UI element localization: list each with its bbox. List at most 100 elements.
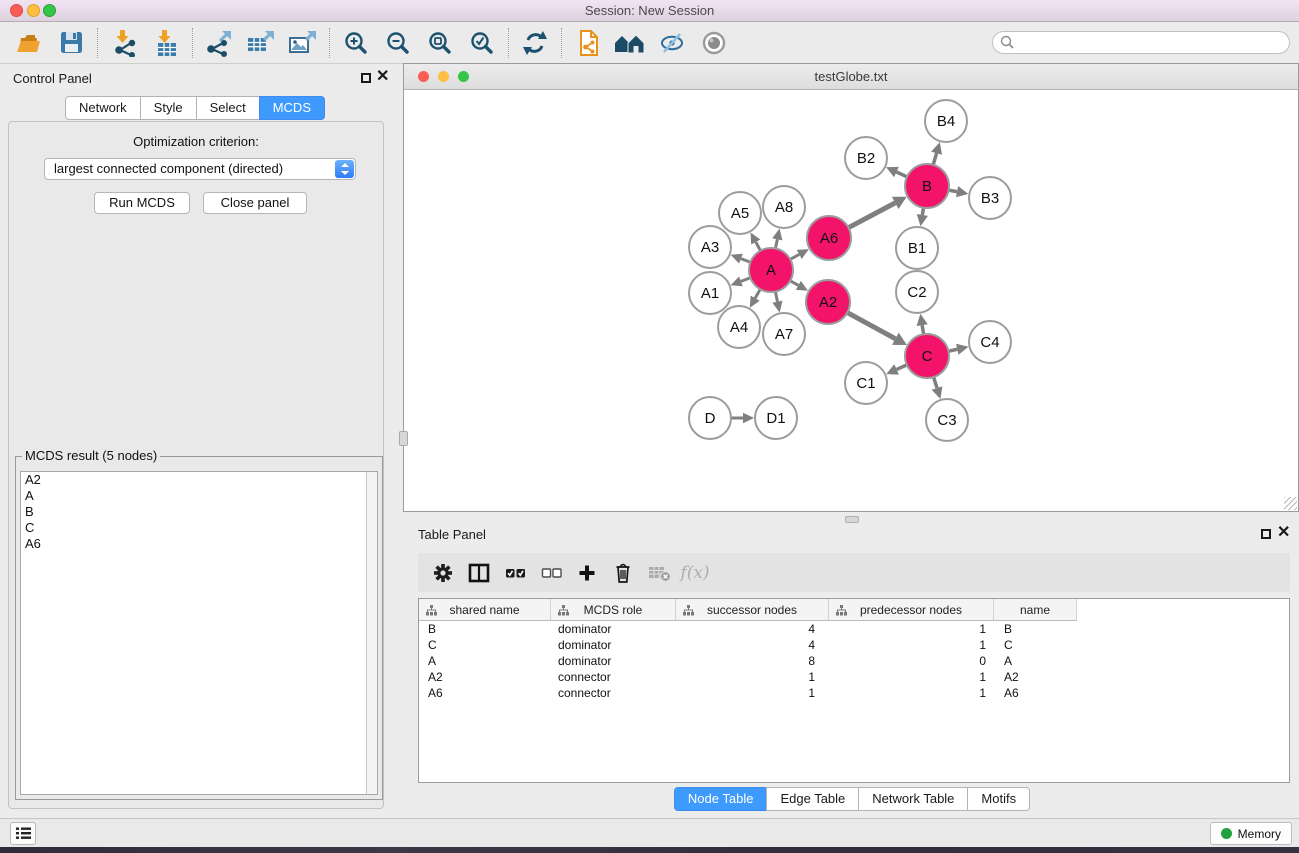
maximize-traffic-light[interactable]: [43, 4, 56, 17]
table-cell[interactable]: A: [994, 654, 1077, 668]
column-header-successor-nodes[interactable]: successor nodes: [676, 599, 829, 621]
graph-edge-A-A1[interactable]: [741, 278, 751, 282]
table-cell[interactable]: 1: [676, 670, 829, 684]
panel-resize-grip[interactable]: [399, 431, 408, 446]
table-cell[interactable]: 4: [676, 638, 829, 652]
zoom-fit-button[interactable]: [419, 25, 461, 61]
tab-node-table[interactable]: Node Table: [674, 787, 768, 811]
tab-network[interactable]: Network: [65, 96, 141, 120]
table-cell[interactable]: 8: [676, 654, 829, 668]
table-cell[interactable]: 0: [829, 654, 994, 668]
graph-edge-A-A5[interactable]: [756, 242, 761, 251]
zoom-out-button[interactable]: [377, 25, 419, 61]
table-cell[interactable]: A: [419, 654, 551, 668]
graph-edge-B-B1[interactable]: [922, 208, 923, 215]
column-header-MCDS-role[interactable]: MCDS role: [551, 599, 676, 621]
close-traffic-light[interactable]: [10, 4, 23, 17]
select-all-columns-button[interactable]: [498, 557, 532, 589]
mcds-result-item[interactable]: A2: [21, 472, 377, 488]
minimize-traffic-light[interactable]: [27, 4, 40, 17]
table-cell[interactable]: 1: [829, 622, 994, 636]
mcds-result-item[interactable]: C: [21, 520, 377, 536]
graph-edge-A-A7[interactable]: [775, 292, 777, 302]
node-table[interactable]: shared nameMCDS rolesuccessor nodesprede…: [418, 598, 1290, 783]
show-graphics-details-button[interactable]: [693, 25, 735, 61]
table-cell[interactable]: dominator: [551, 638, 676, 652]
refresh-button[interactable]: [514, 25, 556, 61]
float-panel-icon[interactable]: [361, 73, 371, 83]
table-cell[interactable]: B: [994, 622, 1077, 636]
tab-select[interactable]: Select: [196, 96, 260, 120]
graph-edge-A-A3[interactable]: [741, 259, 751, 263]
table-cell[interactable]: 1: [829, 670, 994, 684]
tab-style[interactable]: Style: [140, 96, 197, 120]
table-cell[interactable]: 1: [676, 686, 829, 700]
table-cell[interactable]: A2: [419, 670, 551, 684]
table-cell[interactable]: C: [419, 638, 551, 652]
export-network-button[interactable]: [198, 25, 240, 61]
table-cell[interactable]: connector: [551, 670, 676, 684]
search-input[interactable]: [992, 31, 1290, 54]
table-cell[interactable]: A6: [419, 686, 551, 700]
mcds-result-item[interactable]: A: [21, 488, 377, 504]
table-cell[interactable]: 1: [829, 686, 994, 700]
add-column-button[interactable]: [570, 557, 604, 589]
graph-edge-B-B4[interactable]: [933, 153, 936, 165]
table-row[interactable]: Bdominator41B: [419, 621, 1289, 637]
memory-button[interactable]: Memory: [1210, 822, 1292, 845]
show-columns-button[interactable]: [462, 557, 496, 589]
graph-edge-A-A2[interactable]: [790, 281, 798, 286]
export-table-button[interactable]: [240, 25, 282, 61]
tab-motifs[interactable]: Motifs: [967, 787, 1030, 811]
tab-network-table[interactable]: Network Table: [858, 787, 968, 811]
network-window-titlebar[interactable]: testGlobe.txt: [404, 64, 1298, 90]
table-cell[interactable]: 4: [676, 622, 829, 636]
column-header-predecessor-nodes[interactable]: predecessor nodes: [829, 599, 994, 621]
delete-column-button[interactable]: [606, 557, 640, 589]
open-session-button[interactable]: [8, 25, 50, 61]
table-settings-button[interactable]: [426, 557, 460, 589]
home-button[interactable]: [609, 25, 651, 61]
close-panel-icon[interactable]: ✕: [1277, 523, 1290, 543]
maximize-traffic-light[interactable]: [458, 71, 469, 82]
close-traffic-light[interactable]: [418, 71, 429, 82]
save-session-button[interactable]: [50, 25, 92, 61]
graph-edge-A-A8[interactable]: [775, 239, 777, 248]
export-image-button[interactable]: [282, 25, 324, 61]
close-panel-icon[interactable]: ✕: [376, 67, 389, 87]
deselect-all-columns-button[interactable]: [534, 557, 568, 589]
mcds-result-item[interactable]: A6: [21, 536, 377, 552]
import-table-button[interactable]: [145, 25, 187, 61]
zoom-in-button[interactable]: [335, 25, 377, 61]
tab-edge-table[interactable]: Edge Table: [766, 787, 859, 811]
table-cell[interactable]: A6: [994, 686, 1077, 700]
duplicate-network-button[interactable]: [567, 25, 609, 61]
graph-edge-C-C2[interactable]: [922, 325, 923, 334]
graph-edge-C-C3[interactable]: [934, 377, 937, 388]
window-resize-grip[interactable]: [1284, 497, 1297, 510]
table-row[interactable]: Adominator80A: [419, 653, 1289, 669]
table-row[interactable]: Cdominator41C: [419, 637, 1289, 653]
graph-edge-A-A6[interactable]: [790, 254, 799, 259]
hide-graphics-details-button[interactable]: [651, 25, 693, 61]
graph-edge-A2-C[interactable]: [847, 313, 895, 339]
minimize-traffic-light[interactable]: [438, 71, 449, 82]
graph-edge-B-B3[interactable]: [949, 190, 957, 192]
mcds-result-item[interactable]: B: [21, 504, 377, 520]
function-builder-button[interactable]: f(x): [678, 557, 712, 589]
column-header-name[interactable]: name: [994, 599, 1077, 621]
task-history-button[interactable]: [10, 822, 36, 845]
column-header-shared-name[interactable]: shared name: [419, 599, 551, 621]
table-cell[interactable]: 1: [829, 638, 994, 652]
mcds-result-list[interactable]: A2ABCA6: [20, 471, 378, 795]
table-row[interactable]: A6connector11A6: [419, 685, 1289, 701]
import-network-button[interactable]: [103, 25, 145, 61]
network-canvas[interactable]: AA1A2A3A4A5A6A7A8BB1B2B3B4CC1C2C3C4DD1: [404, 90, 1298, 511]
optimization-select[interactable]: largest connected component (directed): [44, 158, 356, 180]
graph-edge-B-B2[interactable]: [896, 172, 907, 177]
table-cell[interactable]: connector: [551, 686, 676, 700]
zoom-selected-button[interactable]: [461, 25, 503, 61]
table-cell[interactable]: dominator: [551, 622, 676, 636]
graph-edge-C-C4[interactable]: [948, 349, 957, 351]
graph-edge-A-A4[interactable]: [755, 289, 760, 298]
